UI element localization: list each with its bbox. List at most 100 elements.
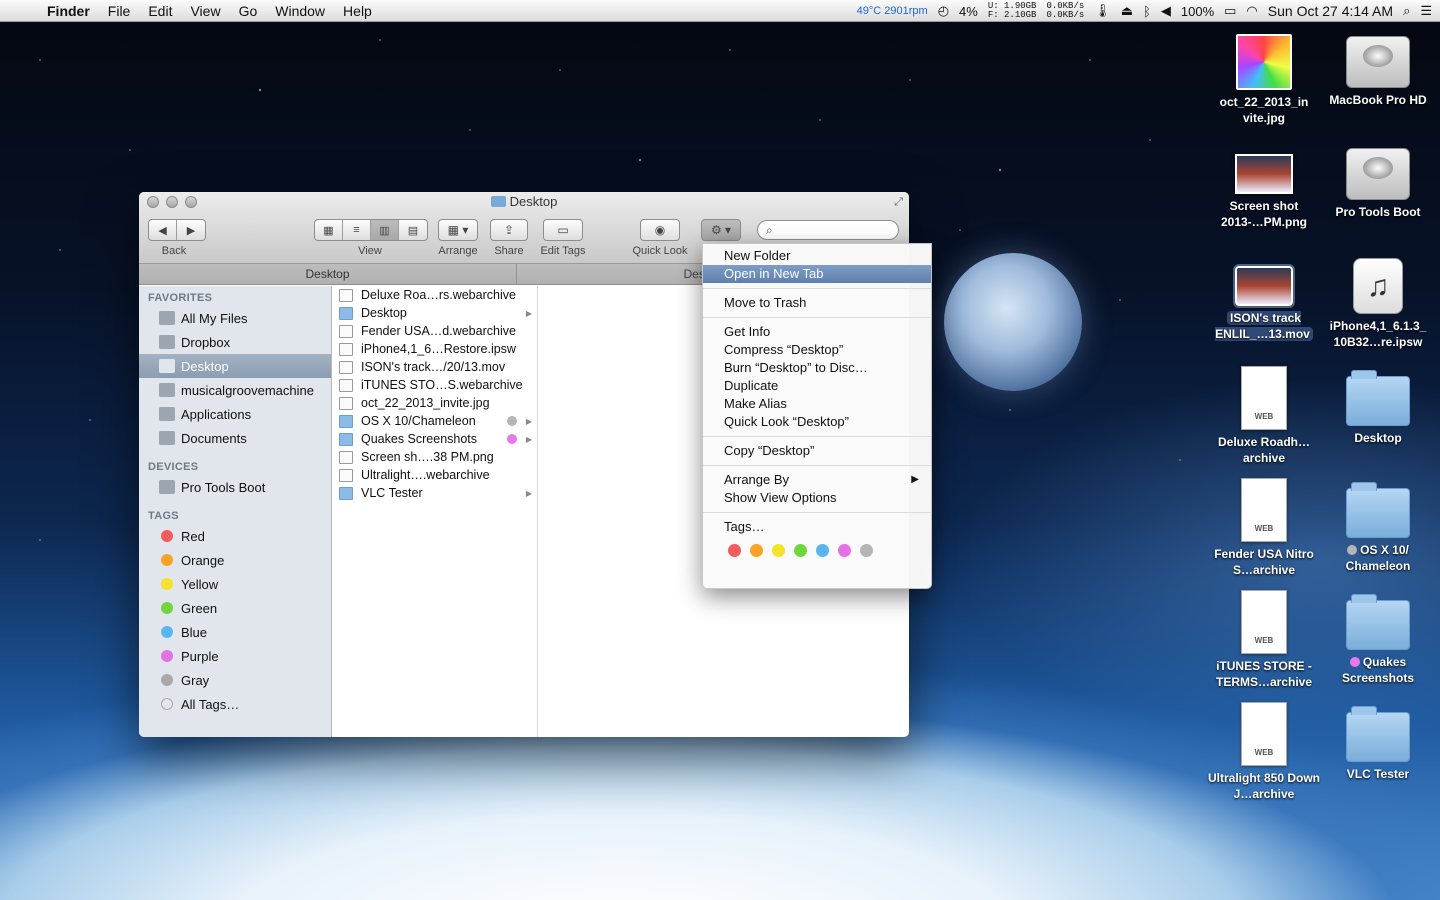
sidebar-tag-item[interactable]: Red xyxy=(139,524,331,548)
menu-item[interactable]: Duplicate xyxy=(703,377,931,395)
menu-item[interactable]: Open in New Tab xyxy=(703,265,931,283)
arrange-button[interactable]: ▦ ▾ xyxy=(438,219,478,241)
menu-edit[interactable]: Edit xyxy=(139,3,181,19)
spotlight-icon[interactable]: ⌕ xyxy=(1403,3,1410,19)
temperature-readout[interactable]: 49°C 2901rpm xyxy=(857,5,928,17)
menu-finder[interactable]: Finder xyxy=(38,3,99,19)
file-row[interactable]: oct_22_2013_invite.jpg xyxy=(333,394,537,412)
memory-readout[interactable]: U: 1.90GB F: 2.10GB xyxy=(988,2,1037,20)
tag-color-swatch[interactable] xyxy=(772,544,785,557)
desktop-icon-item[interactable]: Quakes Screenshots xyxy=(1322,590,1434,686)
sidebar-tag-item[interactable]: Green xyxy=(139,596,331,620)
menu-view[interactable]: View xyxy=(181,3,229,19)
sidebar-tag-item[interactable]: Orange xyxy=(139,548,331,572)
menu-help[interactable]: Help xyxy=(334,3,381,19)
wifi-icon[interactable]: ◠ xyxy=(1246,3,1257,19)
sidebar-tag-item[interactable]: Gray xyxy=(139,668,331,692)
action-gear-button[interactable]: ⚙ ▾ xyxy=(701,219,741,241)
file-row[interactable]: iPhone4,1_6…Restore.ipsw xyxy=(333,340,537,358)
sidebar-item-home[interactable]: musicalgroovemachine xyxy=(139,378,331,402)
file-row[interactable]: Desktop ▶ xyxy=(333,304,537,322)
notification-center-icon[interactable]: ☰ xyxy=(1420,3,1432,19)
tag-color-swatch[interactable] xyxy=(860,544,873,557)
tab-desktop-1[interactable]: Desktop xyxy=(139,264,517,284)
fullscreen-icon[interactable]: ⤢ xyxy=(894,196,903,209)
desktop-icon-item[interactable]: Pro Tools Boot xyxy=(1322,142,1434,220)
menu-item[interactable]: Get Info xyxy=(703,323,931,341)
menu-item[interactable]: Arrange By ▶ xyxy=(703,471,931,489)
coverflow-view-button[interactable]: ▤ xyxy=(399,220,427,240)
sidebar-tag-item[interactable]: All Tags… xyxy=(139,692,331,716)
desktop-icon-item[interactable]: oct_22_2013_in vite.jpg xyxy=(1208,30,1320,126)
sidebar-tag-item[interactable]: Yellow xyxy=(139,572,331,596)
battery-icon[interactable]: ▭ xyxy=(1224,3,1236,19)
back-button[interactable]: ◀ xyxy=(149,220,177,240)
share-button[interactable]: ⇪ xyxy=(490,219,528,241)
tag-color-dot xyxy=(161,698,173,710)
column-view-button[interactable]: ▥ xyxy=(371,220,399,240)
sidebar-item-dropbox[interactable]: Dropbox xyxy=(139,330,331,354)
file-row[interactable]: Ultralight….webarchive xyxy=(333,466,537,484)
battery-percent[interactable]: 100% xyxy=(1181,4,1214,19)
forward-button[interactable]: ▶ xyxy=(177,220,205,240)
sidebar-item-pro-tools-boot[interactable]: Pro Tools Boot xyxy=(139,475,331,499)
thermometer-icon[interactable]: 🌡 xyxy=(1094,3,1111,19)
file-row[interactable]: VLC Tester ▶ xyxy=(333,484,537,502)
sidebar-tag-item[interactable]: Blue xyxy=(139,620,331,644)
quick-look-button[interactable]: ◉ xyxy=(640,219,680,241)
time-machine-icon[interactable]: ◴ xyxy=(938,3,949,19)
file-row[interactable]: Deluxe Roa…rs.webarchive xyxy=(333,286,537,304)
file-row[interactable]: OS X 10/Chameleon ▶ xyxy=(333,412,537,430)
menu-item[interactable]: Make Alias xyxy=(703,395,931,413)
tag-color-swatch[interactable] xyxy=(728,544,741,557)
menu-item[interactable]: Compress “Desktop” xyxy=(703,341,931,359)
tag-color-swatch[interactable] xyxy=(838,544,851,557)
menu-item[interactable]: Burn “Desktop” to Disc… xyxy=(703,359,931,377)
desktop-icon-item[interactable]: MacBook Pro HD xyxy=(1322,30,1434,108)
menu-item[interactable]: Show View Options xyxy=(703,489,931,507)
edit-tags-button[interactable]: ▭ xyxy=(543,219,583,241)
file-row[interactable]: Screen sh….38 PM.png xyxy=(333,448,537,466)
menu-file[interactable]: File xyxy=(99,3,140,19)
eject-icon[interactable]: ⏏ xyxy=(1121,3,1133,19)
desktop-icon-item[interactable]: WEB Ultralight 850 Down J…archive xyxy=(1208,702,1320,802)
menu-item[interactable]: Move to Trash xyxy=(703,294,931,312)
sidebar-item-applications[interactable]: Applications xyxy=(139,402,331,426)
desktop-icon-item[interactable]: WEB Fender USA Nitro S…archive xyxy=(1208,478,1320,578)
menu-item[interactable]: Copy “Desktop” xyxy=(703,442,931,460)
action-context-menu: New Folder Open in New Tab Move to Trash Ge… xyxy=(702,243,932,589)
menu-item[interactable]: New Folder xyxy=(703,247,931,265)
desktop-icon-item[interactable]: WEB Deluxe Roadh…archive xyxy=(1208,366,1320,466)
tag-color-swatch[interactable] xyxy=(794,544,807,557)
icon-view-button[interactable]: ▦ xyxy=(315,220,343,240)
clock[interactable]: Sun Oct 27 4:14 AM xyxy=(1268,3,1393,19)
desktop-icon-item[interactable]: OS X 10/ Chameleon xyxy=(1322,478,1434,574)
menu-go[interactable]: Go xyxy=(230,3,267,19)
menu-item[interactable]: Quick Look “Desktop” xyxy=(703,413,931,431)
desktop-icon-item[interactable]: VLC Tester xyxy=(1322,702,1434,782)
list-view-button[interactable]: ≡ xyxy=(343,220,371,240)
file-row[interactable]: Quakes Screenshots ▶ xyxy=(333,430,537,448)
sidebar-item-all-my-files[interactable]: All My Files xyxy=(139,306,331,330)
desktop-icon-item[interactable]: ♫ iPhone4,1_6.1.3_ 10B32…re.ipsw xyxy=(1322,254,1434,350)
file-row[interactable]: ISON's track…/20/13.mov xyxy=(333,358,537,376)
desktop-icon-item[interactable]: Desktop xyxy=(1322,366,1434,446)
tag-color-swatch[interactable] xyxy=(750,544,763,557)
desktop-icon-item[interactable]: ISON's track ENLIL_…13.mov xyxy=(1208,254,1320,342)
file-row[interactable]: iTUNES STO…S.webarchive xyxy=(333,376,537,394)
sidebar-item-desktop[interactable]: Desktop xyxy=(139,354,331,378)
desktop-icon-item[interactable]: Screen shot 2013-…PM.png xyxy=(1208,142,1320,230)
sidebar-item-documents[interactable]: Documents xyxy=(139,426,331,450)
menu-window[interactable]: Window xyxy=(266,3,334,19)
network-readout[interactable]: 0.0KB/s 0.0KB/s xyxy=(1046,2,1084,20)
desktop-icon-item[interactable]: WEB iTUNES STORE - TERMS…archive xyxy=(1208,590,1320,690)
tag-color-swatch[interactable] xyxy=(816,544,829,557)
cpu-readout[interactable]: 4% xyxy=(959,4,978,19)
file-row[interactable]: Fender USA…d.webarchive xyxy=(333,322,537,340)
sidebar-tag-item[interactable]: Purple xyxy=(139,644,331,668)
bluetooth-icon[interactable]: ᛒ xyxy=(1143,4,1151,19)
desktop-icon-label: oct_22_2013_in vite.jpg xyxy=(1219,95,1309,125)
menu-item[interactable]: Tags… xyxy=(703,518,931,536)
volume-icon[interactable]: ◀ xyxy=(1161,3,1171,19)
search-field[interactable]: ⌕ xyxy=(757,220,899,240)
